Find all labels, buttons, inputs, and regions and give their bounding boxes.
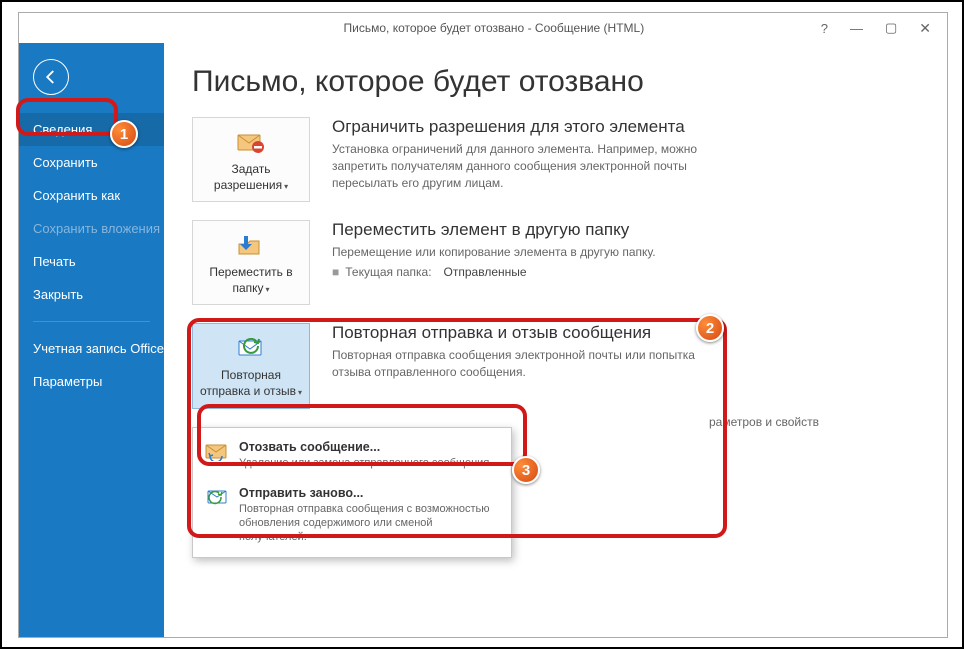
sidebar-item-close[interactable]: Закрыть: [19, 278, 164, 311]
recall-icon: [205, 440, 229, 464]
annotation-badge-2: 2: [696, 314, 724, 342]
resend-recall-icon: [199, 334, 303, 364]
maximize-icon[interactable]: ▢: [885, 20, 897, 36]
minimize-icon[interactable]: —: [850, 21, 863, 36]
resend-again-title: Отправить заново...: [239, 486, 499, 500]
move-to-folder-button[interactable]: Переместить в папку▾: [192, 220, 310, 305]
sidebar-item-print[interactable]: Печать: [19, 245, 164, 278]
resend-desc: Повторная отправка сообщения электронной…: [332, 347, 702, 381]
titlebar: Письмо, которое будет отозвано - Сообщен…: [19, 13, 947, 43]
window-title: Письмо, которое будет отозвано - Сообщен…: [167, 21, 821, 35]
resend-recall-section: Повторная отправка и отзыв▾ Повторная от…: [192, 323, 907, 408]
help-icon[interactable]: ?: [821, 21, 828, 36]
close-icon[interactable]: ✕: [919, 20, 931, 37]
move-folder-icon: [199, 231, 303, 261]
permissions-desc: Установка ограничений для данного элемен…: [332, 141, 702, 191]
sidebar-item-office-account[interactable]: Учетная запись Office: [19, 332, 164, 365]
recall-desc: Удаление или замена отправленного сообще…: [239, 456, 492, 470]
sidebar-item-save[interactable]: Сохранить: [19, 146, 164, 179]
recall-title: Отозвать сообщение...: [239, 440, 492, 454]
permissions-icon: [199, 128, 303, 158]
set-permissions-button[interactable]: Задать разрешения▾: [192, 117, 310, 202]
resend-message-item[interactable]: Отправить заново... Повторная отправка с…: [193, 478, 511, 553]
back-button[interactable]: [33, 59, 69, 95]
resend-heading: Повторная отправка и отзыв сообщения: [332, 323, 702, 343]
move-section: Переместить в папку▾ Переместить элемент…: [192, 220, 907, 305]
resend-again-desc: Повторная отправка сообщения с возможнос…: [239, 502, 499, 545]
page-title: Письмо, которое будет отозвано: [192, 65, 907, 99]
arrow-left-icon: [42, 68, 60, 86]
properties-text-fragment: раметров и свойств: [709, 415, 819, 429]
recall-message-item[interactable]: Отозвать сообщение... Удаление или замен…: [193, 432, 511, 478]
current-folder-line: ■Текущая папка:Отправленные: [332, 265, 656, 279]
annotation-badge-1: 1: [110, 120, 138, 148]
outlook-file-backstage: Письмо, которое будет отозвано - Сообщен…: [18, 12, 948, 638]
permissions-section: Задать разрешения▾ Ограничить разрешения…: [192, 117, 907, 202]
sidebar-item-save-as[interactable]: Сохранить как: [19, 179, 164, 212]
move-desc: Перемещение или копирование элемента в д…: [332, 244, 656, 261]
resend-again-icon: [205, 486, 229, 510]
resend-recall-button[interactable]: Повторная отправка и отзыв▾: [192, 323, 310, 408]
backstage-sidebar: Сведения Сохранить Сохранить как Сохрани…: [19, 43, 164, 637]
resend-recall-dropdown: Отозвать сообщение... Удаление или замен…: [192, 427, 512, 558]
sidebar-item-save-attachments: Сохранить вложения: [19, 212, 164, 245]
sidebar-item-options[interactable]: Параметры: [19, 365, 164, 398]
annotation-badge-3: 3: [512, 456, 540, 484]
content-area: Письмо, которое будет отозвано Задать ра…: [164, 43, 947, 637]
move-heading: Переместить элемент в другую папку: [332, 220, 656, 240]
permissions-heading: Ограничить разрешения для этого элемента: [332, 117, 702, 137]
sidebar-item-info[interactable]: Сведения: [19, 113, 164, 146]
